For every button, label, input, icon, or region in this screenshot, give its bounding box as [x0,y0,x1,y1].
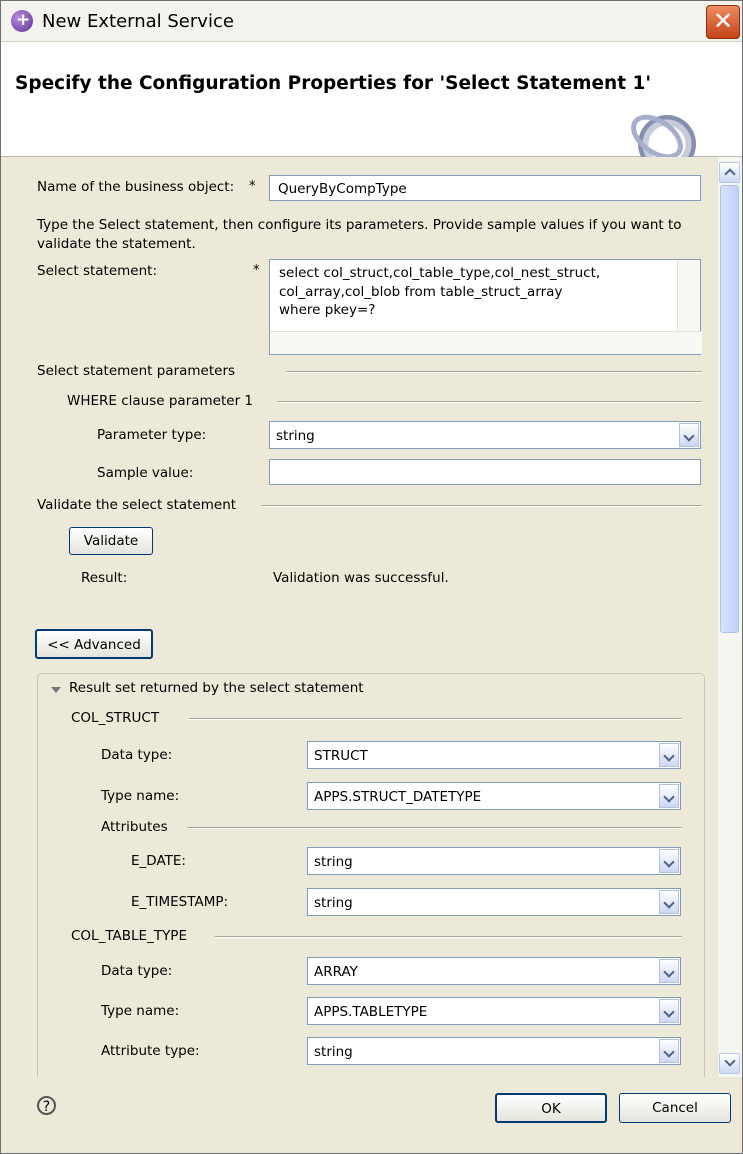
dialog-window: New External Service ✕ Specify the Confi… [0,0,743,1154]
col-table-type-type-name-select[interactable]: APPS.TABLETYPE [307,997,681,1025]
textarea-vertical-scrollbar[interactable] [677,260,700,332]
advanced-toggle-button[interactable]: << Advanced [35,629,153,659]
chevron-down-icon[interactable] [659,959,679,983]
scrollbar-thumb[interactable] [720,185,739,633]
window-title: New External Service [42,11,234,32]
textarea-horizontal-scrollbar[interactable] [270,331,702,354]
scroll-up-icon[interactable] [719,162,740,183]
form-content: Name of the business object: * QueryByCo… [1,157,713,1077]
validate-separator [261,505,702,507]
attributes-label: Attributes [101,819,168,835]
e-date-label: E_DATE: [131,853,186,869]
dialog-footer: ? OK Cancel [1,1077,742,1153]
e-timestamp-select[interactable]: string [307,888,681,916]
title-bar: New External Service ✕ [1,1,742,42]
page-title: Specify the Configuration Properties for… [15,73,652,94]
cancel-button[interactable]: Cancel [619,1093,731,1123]
col-struct-type-name-select[interactable]: APPS.STRUCT_DATETYPE [307,782,681,810]
select-statement-label: Select statement: [37,263,157,279]
result-set-title[interactable]: Result set returned by the select statem… [69,680,364,696]
col-struct-separator [189,718,682,720]
vertical-scrollbar[interactable] [717,157,742,1077]
sample-value-input[interactable] [269,459,701,485]
col-table-type-data-type-select[interactable]: ARRAY [307,957,681,985]
parameter-type-select[interactable]: string [269,421,701,449]
col-struct-type-name-label: Type name: [101,788,180,804]
col-struct-type-name-value: APPS.STRUCT_DATETYPE [314,789,482,805]
chevron-down-icon[interactable] [659,849,679,873]
chevron-down-icon[interactable] [659,1039,679,1063]
chevron-down-icon[interactable] [679,423,699,447]
parameter-type-value: string [276,428,315,444]
e-timestamp-value: string [314,895,353,911]
chevron-down-icon[interactable] [659,890,679,914]
attributes-separator [187,827,682,829]
col-table-type-type-name-label: Type name: [101,1003,180,1019]
where-clause-label: WHERE clause parameter 1 [67,393,254,409]
bo-name-input[interactable]: QueryByCompType [269,175,701,201]
chevron-down-icon[interactable] [659,999,679,1023]
col-table-type-data-type-value: ARRAY [314,964,358,980]
app-icon [11,10,33,32]
e-date-select[interactable]: string [307,847,681,875]
e-date-value: string [314,854,353,870]
parameters-section-label: Select statement parameters [37,363,236,379]
wizard-header: Specify the Configuration Properties for… [1,42,742,173]
col-struct-data-type-label: Data type: [101,747,173,763]
close-button[interactable]: ✕ [706,5,740,39]
where-clause-separator [277,401,702,403]
col-struct-label: COL_STRUCT [71,710,160,726]
col-struct-data-type-select[interactable]: STRUCT [307,741,681,769]
bo-name-label: Name of the business object: [37,179,235,195]
parameter-type-label: Parameter type: [97,427,207,443]
chevron-down-icon[interactable] [659,784,679,808]
validate-section-label: Validate the select statement [37,497,237,513]
ok-button[interactable]: OK [495,1093,607,1123]
result-label: Result: [81,570,128,586]
attribute-type-label: Attribute type: [101,1043,200,1059]
sample-value-label: Sample value: [97,465,194,481]
col-table-type-type-name-value: APPS.TABLETYPE [314,1004,428,1020]
col-table-type-separator [215,936,682,938]
attribute-type-select[interactable]: string [307,1037,681,1065]
collapse-triangle-icon[interactable] [51,687,61,693]
col-table-type-data-type-label: Data type: [101,963,173,979]
instructions-text: Type the Select statement, then configur… [37,217,682,252]
e-timestamp-label: E_TIMESTAMP: [131,894,229,910]
select-required-mark: * [253,263,260,278]
validate-button[interactable]: Validate [69,527,153,555]
result-value: Validation was successful. [273,570,449,586]
chevron-down-icon[interactable] [659,743,679,767]
help-icon[interactable]: ? [37,1096,56,1115]
select-statement-text: select col_struct,col_table_type,col_nes… [279,265,601,318]
bo-name-required-mark: * [249,179,256,194]
select-statement-textarea[interactable]: select col_struct,col_table_type,col_nes… [269,259,702,355]
parameters-separator [286,371,702,373]
attribute-type-value: string [314,1044,353,1060]
col-struct-data-type-value: STRUCT [314,748,368,764]
col-table-type-label: COL_TABLE_TYPE [71,928,187,944]
scroll-down-icon[interactable] [719,1053,740,1074]
